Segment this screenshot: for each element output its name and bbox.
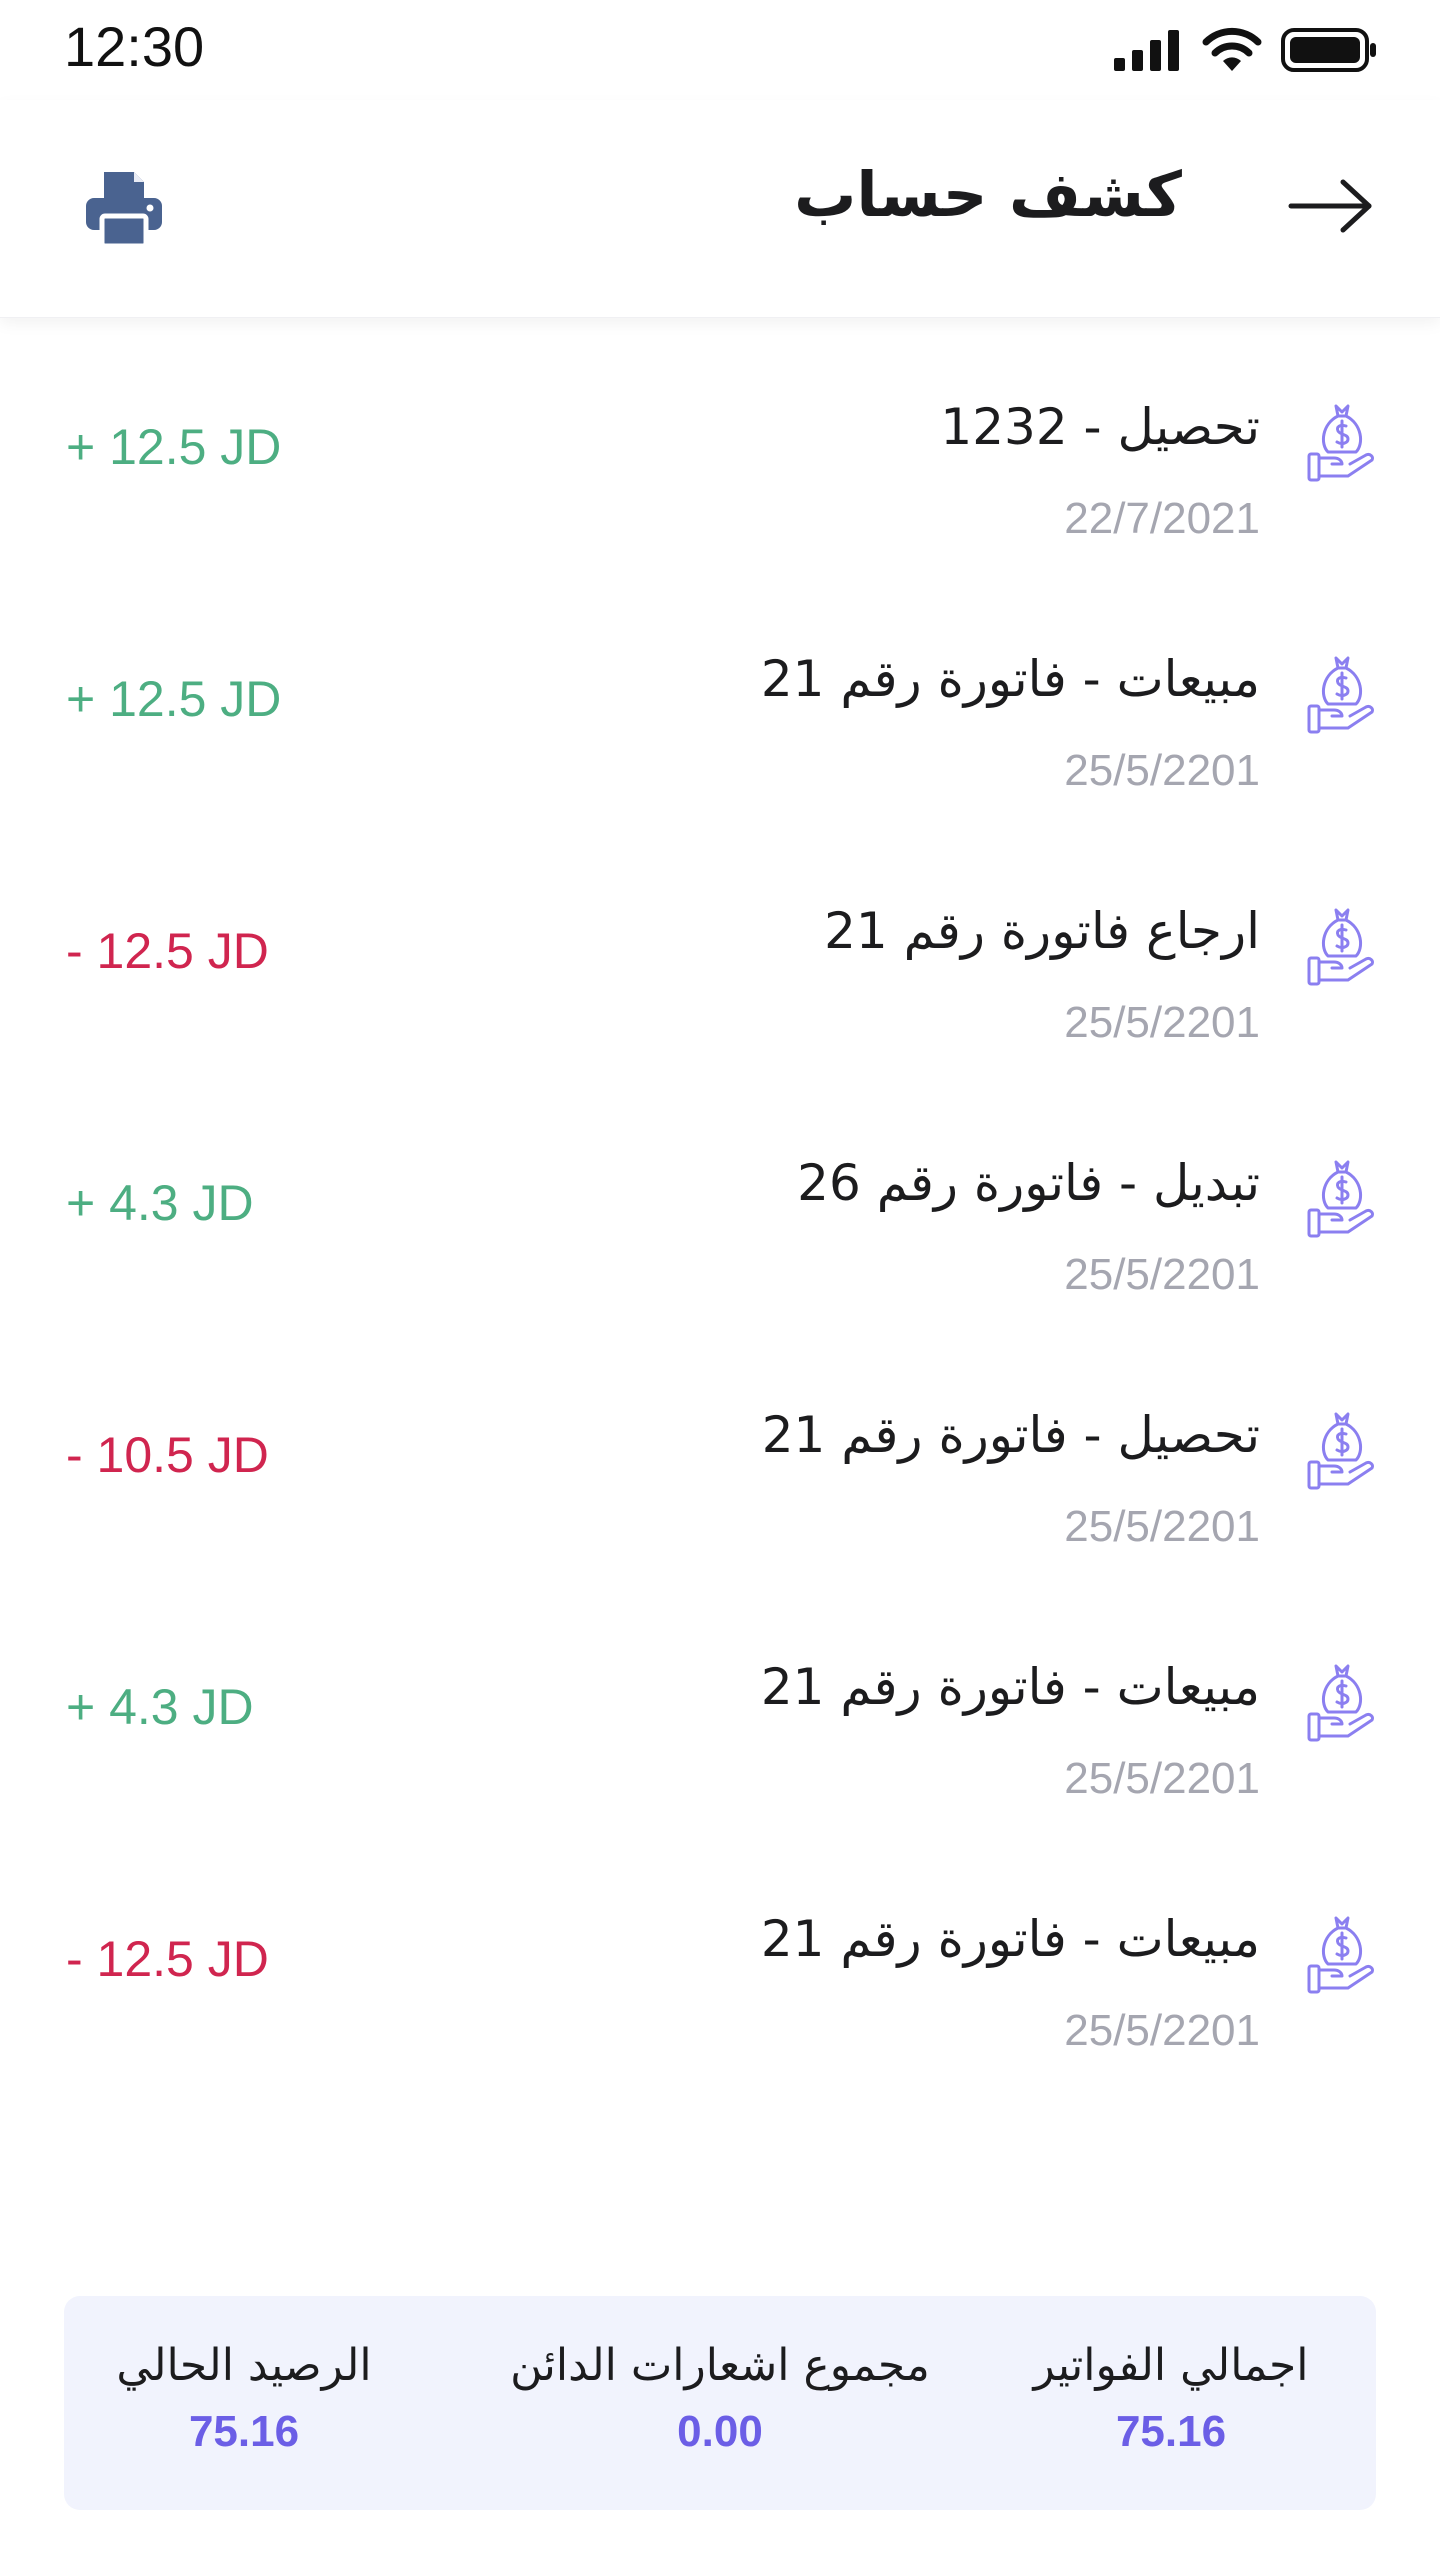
credit-notes-label: مجموع اشعارات الدائن — [510, 2340, 930, 2391]
current-balance-value: 75.16 — [188, 2407, 300, 2456]
money-bag-hand-icon — [1306, 904, 1378, 988]
transaction-title: تحصيل - 1232 — [940, 398, 1260, 456]
transaction-date: 25/5/2201 — [1064, 1502, 1260, 1551]
transaction-row[interactable]: مبيعات - فاتورة رقم 21 25/5/2201 + 12.5 JD — [0, 622, 1440, 874]
transaction-amount: + 4.3 JD — [66, 1679, 254, 1735]
transaction-date: 25/5/2201 — [1064, 998, 1260, 1047]
wifi-icon — [1202, 27, 1262, 71]
printer-icon — [86, 172, 162, 248]
total-invoices-label: اجمالي الفواتير — [1033, 2340, 1309, 2391]
transaction-title: مبيعات - فاتورة رقم 21 — [760, 650, 1260, 708]
summary-card: اجمالي الفواتير 75.16 مجموع اشعارات الدا… — [64, 2296, 1376, 2510]
transaction-row[interactable]: تحصيل - فاتورة رقم 21 25/5/2201 - 10.5 JD — [0, 1378, 1440, 1630]
transaction-title: تحصيل - فاتورة رقم 21 — [761, 1406, 1260, 1464]
money-bag-hand-icon — [1306, 1408, 1378, 1492]
transaction-date: 25/5/2201 — [1064, 1754, 1260, 1803]
current-balance-label: الرصيد الحالي — [116, 2340, 372, 2391]
transaction-amount: + 12.5 JD — [66, 671, 282, 727]
money-bag-hand-icon — [1306, 400, 1378, 484]
transaction-amount: - 10.5 JD — [66, 1427, 269, 1483]
money-bag-hand-icon — [1306, 1912, 1378, 1996]
money-bag-hand-icon — [1306, 1660, 1378, 1744]
transactions-list: تحصيل - 1232 22/7/2021 + 12.5 JD مبيعات - ف… — [0, 370, 1440, 2134]
transaction-row[interactable]: مبيعات - فاتورة رقم 21 25/5/2201 + 4.3 JD — [0, 1630, 1440, 1882]
credit-notes-total: مجموع اشعارات الدائن 0.00 — [460, 2340, 980, 2457]
total-invoices: اجمالي الفواتير 75.16 — [1006, 2340, 1336, 2457]
transaction-title: ارجاع فاتورة رقم 21 — [824, 902, 1260, 960]
transaction-row[interactable]: ارجاع فاتورة رقم 21 25/5/2201 - 12.5 JD — [0, 874, 1440, 1126]
total-invoices-value: 75.16 — [1115, 2407, 1227, 2456]
page-title: كشف حساب — [794, 158, 1182, 231]
transaction-amount: + 12.5 JD — [66, 419, 282, 475]
app-header: كشف حساب — [0, 100, 1440, 318]
status-bar: 12:30 — [0, 0, 1440, 100]
transaction-title: مبيعات - فاتورة رقم 21 — [760, 1910, 1260, 1968]
print-button[interactable] — [78, 162, 170, 254]
arrow-right-icon — [1288, 179, 1372, 233]
credit-notes-value: 0.00 — [677, 2407, 763, 2456]
transaction-title: تبديل - فاتورة رقم 26 — [797, 1154, 1260, 1212]
battery-icon — [1281, 28, 1376, 72]
account-statement-screen: 12:30 كشف حساب تحصيل - 1232 22/7/2021 + … — [0, 0, 1440, 2560]
back-button[interactable] — [1284, 166, 1380, 246]
current-balance: الرصيد الحالي 75.16 — [94, 2340, 394, 2457]
transaction-title: مبيعات - فاتورة رقم 21 — [760, 1658, 1260, 1716]
transaction-date: 25/5/2201 — [1064, 2006, 1260, 2055]
transaction-date: 25/5/2201 — [1064, 746, 1260, 795]
transaction-amount: + 4.3 JD — [66, 1175, 254, 1231]
money-bag-hand-icon — [1306, 1156, 1378, 1240]
transaction-date: 25/5/2201 — [1064, 1250, 1260, 1299]
status-icons — [1112, 22, 1378, 78]
transaction-amount: - 12.5 JD — [66, 1931, 269, 1987]
signal-icon — [1114, 30, 1179, 71]
transaction-row[interactable]: تحصيل - 1232 22/7/2021 + 12.5 JD — [0, 370, 1440, 622]
transaction-row[interactable]: تبديل - فاتورة رقم 26 25/5/2201 + 4.3 JD — [0, 1126, 1440, 1378]
transaction-row[interactable]: مبيعات - فاتورة رقم 21 25/5/2201 - 12.5 JD — [0, 1882, 1440, 2134]
status-time: 12:30 — [64, 15, 205, 78]
money-bag-hand-icon — [1306, 652, 1378, 736]
transaction-amount: - 12.5 JD — [66, 923, 269, 979]
transaction-date: 22/7/2021 — [1064, 494, 1260, 543]
